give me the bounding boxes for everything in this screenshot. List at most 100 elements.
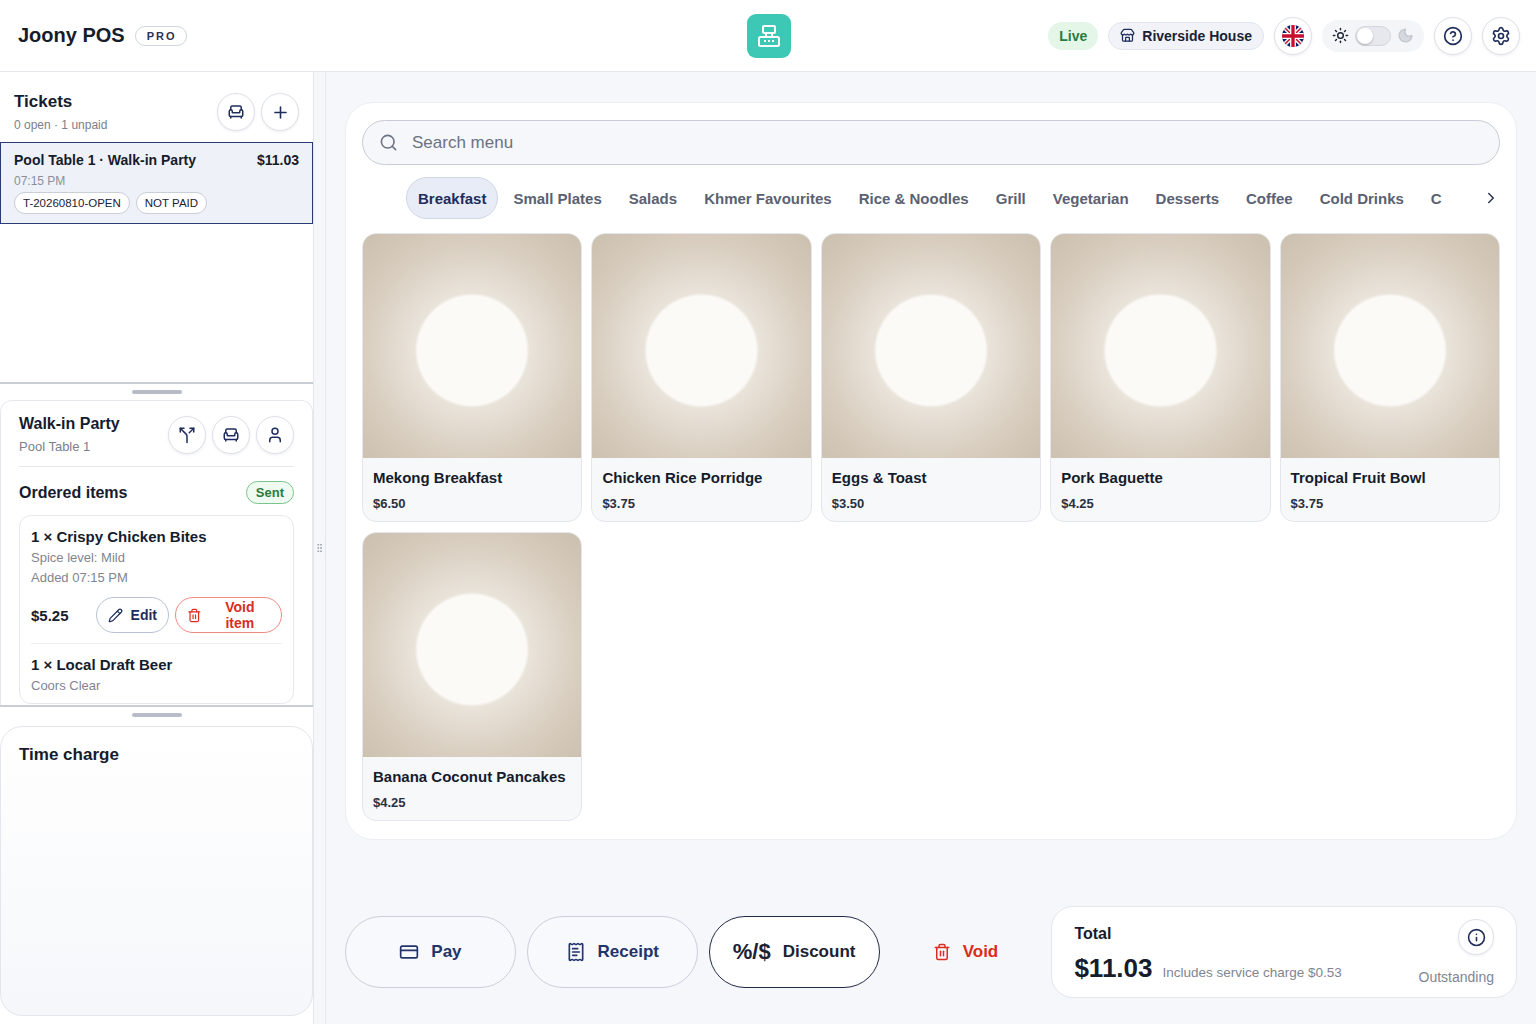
ordered-item[interactable]: 1 × Local Draft Beer Coors Clear: [31, 643, 282, 703]
panel-resizer[interactable]: [0, 382, 313, 400]
pos-screen: Joony POSPRO Live Riverside House Tickets0 …: [0, 0, 1536, 1024]
category-tabs: BreakfastSmall PlatesSaladsKhmer Favouri…: [362, 177, 1500, 219]
category-tab[interactable]: Cold Drinks: [1308, 177, 1416, 219]
table-button[interactable]: [212, 416, 250, 454]
void-button[interactable]: Void: [891, 916, 1041, 988]
category-tab[interactable]: Salads: [617, 177, 689, 219]
uk-flag-icon: [1282, 25, 1304, 47]
total-info-button[interactable]: [1458, 919, 1494, 955]
category-tab[interactable]: Coffee: [1234, 177, 1305, 219]
plus-icon: [271, 103, 290, 122]
category-tab[interactable]: C: [1419, 177, 1454, 219]
time-charge-panel: Time charge: [0, 726, 313, 1016]
dish-name: Mekong Breakfast: [373, 469, 571, 486]
dish-name: Eggs & Toast: [832, 469, 1030, 486]
app-logo[interactable]: [747, 14, 791, 58]
top-bar-controls: Live Riverside House: [791, 17, 1520, 55]
menu-item-card[interactable]: Chicken Rice Porridge$3.75: [591, 233, 811, 522]
settings-button[interactable]: [1482, 17, 1520, 55]
dish-price: $3.75: [602, 496, 800, 511]
menu-item-card[interactable]: Tropical Fruit Bowl$3.75: [1280, 233, 1500, 522]
discount-button[interactable]: %/$Discount: [709, 916, 880, 988]
brand: Joony POSPRO: [18, 24, 747, 47]
dish-photo: [1281, 234, 1499, 458]
category-tab[interactable]: Khmer Favourites: [692, 177, 844, 219]
ticket-card[interactable]: Pool Table 1 · Walk-in Party$11.0307:15 …: [0, 142, 313, 224]
menu-item-card[interactable]: Banana Coconut Pancakes $4.25: [362, 532, 582, 821]
customer-button[interactable]: [256, 416, 294, 454]
dish-photo: [822, 234, 1040, 458]
tickets-panel: Tickets0 open · 1 unpaidPool Table 1 · W…: [0, 72, 313, 382]
tabs-next-button[interactable]: [1482, 189, 1500, 207]
ticket-tag: T-20260810-OPEN: [14, 192, 130, 214]
menu-item-card[interactable]: Mekong Breakfast $6.50: [362, 233, 582, 522]
menu-panel: BreakfastSmall PlatesSaladsKhmer Favouri…: [345, 102, 1517, 840]
ordered-item[interactable]: 1 × Crispy Chicken BitesSpice level: Mil…: [31, 516, 282, 643]
new-ticket-button[interactable]: [261, 93, 299, 131]
action-bar: PayReceipt%/$DiscountVoidTotal$11.03Incl…: [345, 906, 1517, 998]
location-selector[interactable]: Riverside House: [1108, 22, 1264, 50]
left-column: Tickets0 open · 1 unpaidPool Table 1 · W…: [0, 72, 314, 1024]
receipt-icon: [566, 942, 586, 962]
trash-icon: [187, 608, 202, 623]
dish-price: $4.25: [1061, 496, 1259, 511]
category-tab[interactable]: Breakfast: [406, 177, 498, 219]
panel-resizer[interactable]: [0, 705, 313, 726]
category-tab[interactable]: Small Plates: [501, 177, 613, 219]
order-table: Pool Table 1: [19, 439, 120, 454]
dish-price: $4.25: [373, 795, 571, 810]
split-button[interactable]: [168, 416, 206, 454]
ticket-title: Pool Table 1 · Walk-in Party: [14, 152, 196, 168]
theme-switch[interactable]: [1355, 26, 1391, 46]
tables-button[interactable]: [217, 93, 255, 131]
info-icon: [1467, 928, 1486, 947]
ticket-tag: NOT PAID: [136, 192, 207, 214]
menu-item-card[interactable]: Eggs & Toast $3.50: [821, 233, 1041, 522]
pencil-icon: [108, 608, 123, 623]
item-option: Coors Clear: [31, 678, 282, 693]
receipt-button[interactable]: Receipt: [527, 916, 698, 988]
help-icon: [1443, 26, 1463, 46]
dish-price: $3.50: [832, 496, 1030, 511]
dish-photo: [363, 234, 581, 458]
category-tab[interactable]: Vegetarian: [1041, 177, 1141, 219]
status-pill: Live: [1048, 22, 1098, 50]
void-item-button[interactable]: Void item: [175, 597, 282, 633]
total-label: Total: [1074, 925, 1341, 943]
total-note: Includes service charge $0.53: [1163, 965, 1342, 980]
time-charge-title: Time charge: [19, 745, 294, 765]
dish-photo: [363, 533, 581, 757]
switch-knob: [1357, 28, 1373, 44]
ticket-amount: $11.03: [257, 152, 299, 168]
category-tab[interactable]: Rice & Noodles: [847, 177, 981, 219]
theme-toggle: [1322, 20, 1424, 52]
dish-name: Banana Coconut Pancakes: [373, 768, 571, 785]
ordered-items-list: 1 × Crispy Chicken BitesSpice level: Mil…: [19, 515, 294, 704]
item-name: 1 × Crispy Chicken Bites: [31, 528, 282, 545]
plan-badge: PRO: [135, 26, 187, 46]
menu-item-card[interactable]: Pork Baguette$4.25: [1050, 233, 1270, 522]
ordered-items-title: Ordered items: [19, 484, 127, 502]
dish-price: $6.50: [373, 496, 571, 511]
search-input[interactable]: [410, 132, 1483, 154]
language-button[interactable]: [1274, 17, 1312, 55]
store-icon: [1120, 28, 1135, 43]
pay-button[interactable]: Pay: [345, 916, 516, 988]
sent-badge: Sent: [246, 481, 294, 504]
item-name: 1 × Local Draft Beer: [31, 656, 282, 673]
discount-glyph: %/$: [733, 939, 771, 965]
help-button[interactable]: [1434, 17, 1472, 55]
item-added: Added 07:15 PM: [31, 570, 282, 585]
edit-button[interactable]: Edit: [96, 597, 169, 633]
category-tab[interactable]: Grill: [984, 177, 1038, 219]
grip-icon: [314, 541, 325, 555]
column-resizer[interactable]: [314, 72, 326, 1024]
category-tab[interactable]: Desserts: [1144, 177, 1231, 219]
menu-search[interactable]: [362, 120, 1500, 165]
trash-icon: [933, 943, 951, 961]
total-card: Total$11.03Includes service charge $0.53…: [1051, 906, 1517, 998]
dish-photo: [1051, 234, 1269, 458]
item-price: $5.25: [31, 607, 90, 624]
seat-icon: [227, 103, 245, 121]
gear-icon: [1491, 26, 1511, 46]
